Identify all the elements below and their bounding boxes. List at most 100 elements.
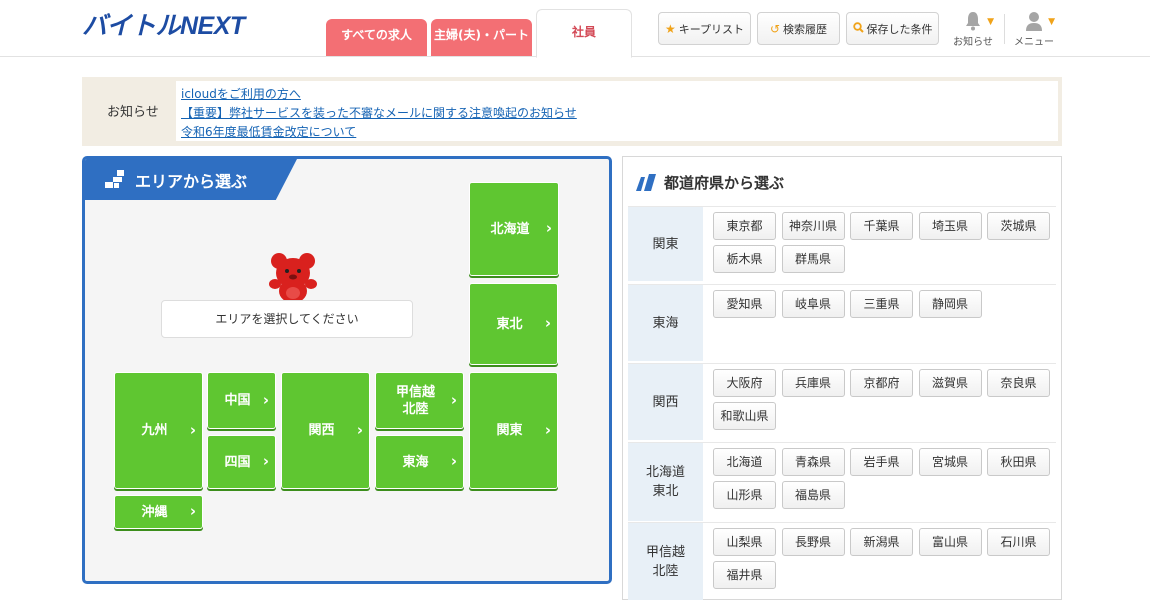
prefecture-button[interactable]: 福井県 xyxy=(713,561,776,589)
notice-link[interactable]: 令和6年度最低賃金改定について xyxy=(181,123,356,140)
region-button-tohoku[interactable]: 東北 › xyxy=(469,283,558,365)
region-label: 中国 xyxy=(224,393,251,408)
prefecture-button[interactable]: 富山県 xyxy=(918,528,982,556)
region-button-okinawa[interactable]: 沖縄 › xyxy=(114,495,203,529)
prefecture-button[interactable]: 新潟県 xyxy=(850,528,913,556)
region-button-hokkaido[interactable]: 北海道 › xyxy=(469,182,559,276)
chevron-right-icon: › xyxy=(262,390,269,409)
chevron-right-icon: › xyxy=(450,390,457,409)
area-header: エリアから選ぶ xyxy=(85,159,297,200)
region-label: 北海道 xyxy=(490,221,530,237)
chevron-down-icon: ▼ xyxy=(987,17,994,27)
nav-divider xyxy=(1004,14,1005,44)
history-icon: ↺ xyxy=(769,21,781,36)
area-prompt: エリアを選択してください xyxy=(161,300,413,338)
site-logo[interactable]: バイトルNEXT xyxy=(82,6,245,42)
prefecture-button[interactable]: 三重県 xyxy=(850,290,913,318)
chevron-right-icon: › xyxy=(545,219,552,237)
prefecture-button[interactable]: 群馬県 xyxy=(781,245,845,273)
prefecture-region-row: 関東 東京都 神奈川県 千葉県 埼玉県 茨城県栃木県 群馬県 xyxy=(628,206,1056,282)
region-button-koshinetsu-hokuriku[interactable]: 甲信越 北陸 › xyxy=(375,372,464,429)
region-label: 沖縄 xyxy=(141,504,168,520)
mascot-image xyxy=(269,253,317,305)
map-icon xyxy=(105,170,124,188)
map-icon xyxy=(636,174,656,191)
prefecture-button[interactable]: 秋田県 xyxy=(987,448,1050,476)
prefecture-button[interactable]: 奈良県 xyxy=(987,369,1050,397)
region-button-shikoku[interactable]: 四国 › xyxy=(207,435,276,489)
region-button-kyushu[interactable]: 九州 › xyxy=(114,372,203,489)
prefecture-button[interactable]: 静岡県 xyxy=(918,290,982,318)
prefecture-button[interactable]: 東京都 xyxy=(713,212,776,240)
prefecture-button[interactable]: 福島県 xyxy=(781,481,845,509)
prefecture-region-row: 北海道 東北 北海道 青森県 岩手県 宮城県 秋田県 山形県 福島県 xyxy=(628,442,1056,522)
site-header: バイトルNEXT すべての求人 主婦(夫)・パート 社員 ★ キープリスト ↺ … xyxy=(0,0,1150,58)
region-label: 東海 xyxy=(402,454,429,470)
region-label: 甲信越 北陸 xyxy=(395,384,435,417)
region-label: 関東 xyxy=(628,207,703,281)
region-label: 東北 xyxy=(496,316,523,332)
tab-employee[interactable]: 社員 xyxy=(536,9,632,58)
region-label: 関西 xyxy=(628,364,703,440)
chevron-right-icon: › xyxy=(189,420,196,439)
prefecture-button[interactable]: 神奈川県 xyxy=(781,212,845,240)
prefecture-button[interactable]: 北海道 xyxy=(713,448,776,476)
prefecture-button[interactable]: 兵庫県 xyxy=(781,369,845,397)
region-button-kanto[interactable]: 関東 › xyxy=(469,372,558,489)
prefecture-button[interactable]: 石川県 xyxy=(987,528,1050,556)
saved-conditions-button[interactable]: 保存した条件 xyxy=(846,12,939,45)
prefecture-button[interactable]: 茨城県 xyxy=(987,212,1050,240)
prefecture-button[interactable]: 青森県 xyxy=(781,448,845,476)
prefecture-button[interactable]: 山形県 xyxy=(713,481,776,509)
chevron-right-icon: › xyxy=(356,420,363,439)
chevron-down-icon: ▼ xyxy=(1048,17,1055,27)
search-history-label: 検索履歴 xyxy=(783,22,828,36)
region-button-tokai[interactable]: 東海 › xyxy=(375,435,464,489)
prefecture-button[interactable]: 和歌山県 xyxy=(713,402,776,430)
region-label: 関東 xyxy=(496,423,523,438)
prefecture-button[interactable]: 京都府 xyxy=(850,369,913,397)
prefecture-button[interactable]: 滋賀県 xyxy=(918,369,982,397)
region-label: 東海 xyxy=(628,285,703,361)
notifications-label: お知らせ xyxy=(953,37,993,48)
prefecture-button[interactable]: 岩手県 xyxy=(850,448,913,476)
saved-conditions-label: 保存した条件 xyxy=(866,22,933,36)
region-label: 九州 xyxy=(141,423,168,438)
prefecture-select-panel: 都道府県から選ぶ 関東 東京都 神奈川県 千葉県 埼玉県 茨城県栃木県 群馬県東海 愛知県 岐阜… xyxy=(622,156,1062,600)
prefecture-region-row: 甲信越 北陸 山梨県 長野県 新潟県 富山県 石川県福井県 xyxy=(628,522,1056,601)
prefecture-button[interactable]: 山梨県 xyxy=(713,528,776,556)
region-label: 四国 xyxy=(224,454,251,470)
prefecture-button[interactable]: 宮城県 xyxy=(918,448,982,476)
notice-link[interactable]: 【重要】弊社サービスを装った不審なメールに関する注意喚起のお知らせ xyxy=(181,104,577,121)
main-menu[interactable]: ▼ メニュー xyxy=(1009,11,1059,49)
prefecture-button[interactable]: 千葉県 xyxy=(850,212,913,240)
star-icon: ★ xyxy=(664,21,676,36)
search-icon xyxy=(852,21,864,36)
area-title: エリアから選ぶ xyxy=(135,172,248,191)
prefecture-button[interactable]: 愛知県 xyxy=(713,290,776,318)
keep-list-label: キープリスト xyxy=(678,22,745,36)
area-select-panel: エリアから選ぶ エリアを選択してください 北海道 › 東北 › 関東 › 甲信越… xyxy=(82,156,612,584)
keep-list-button[interactable]: ★ キープリスト xyxy=(658,12,751,45)
notice-title: お知らせ xyxy=(107,105,159,120)
search-history-button[interactable]: ↺ 検索履歴 xyxy=(757,12,840,45)
menu-label: メニュー xyxy=(1014,37,1054,48)
region-label: 甲信越 北陸 xyxy=(628,523,703,600)
prefecture-button[interactable]: 大阪府 xyxy=(713,369,776,397)
prefecture-button[interactable]: 岐阜県 xyxy=(781,290,845,318)
prefecture-button[interactable]: 栃木県 xyxy=(713,245,776,273)
prefecture-button[interactable]: 長野県 xyxy=(781,528,845,556)
chevron-right-icon: › xyxy=(450,452,457,470)
notifications-menu[interactable]: ▼ お知らせ xyxy=(948,11,998,49)
prefecture-region-row: 関西 大阪府 兵庫県 京都府 滋賀県 奈良県和歌山県 xyxy=(628,363,1056,441)
region-button-chugoku[interactable]: 中国 › xyxy=(207,372,276,429)
region-button-kansai[interactable]: 関西 › xyxy=(281,372,370,489)
tab-all-jobs[interactable]: すべての求人 xyxy=(326,19,427,56)
prefecture-button[interactable]: 埼玉県 xyxy=(918,212,982,240)
tab-part-time[interactable]: 主婦(夫)・パート xyxy=(431,19,532,56)
notice-list: icloudをご利用の方へ 【重要】弊社サービスを装った不審なメールに関する注意… xyxy=(176,81,1058,141)
chevron-right-icon: › xyxy=(544,314,551,332)
prefecture-title: 都道府県から選ぶ xyxy=(664,174,785,192)
notice-link[interactable]: icloudをご利用の方へ xyxy=(181,85,301,102)
chevron-right-icon: › xyxy=(262,452,269,470)
